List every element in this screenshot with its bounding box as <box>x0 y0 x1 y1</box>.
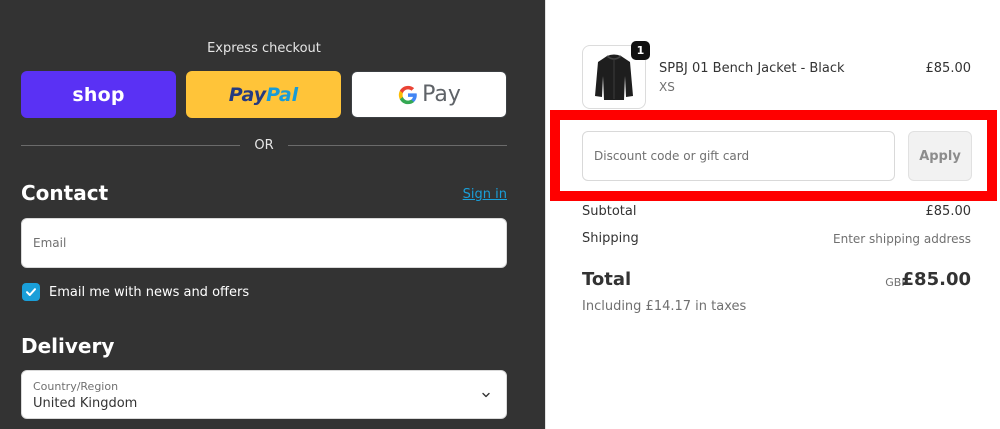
total-value: £85.00 <box>901 269 971 290</box>
country-region-select[interactable]: Country/Region United Kingdom <box>21 370 507 419</box>
contact-heading: Contact <box>21 181 109 205</box>
product-variant: XS <box>659 80 675 94</box>
taxes-note: Including £14.17 in taxes <box>582 299 747 314</box>
checkout-form-panel: Express checkout shop Pay Pal Pay OR Cont… <box>0 0 545 429</box>
or-text: OR <box>254 137 274 153</box>
shop-pay-label: shop <box>72 83 125 106</box>
newsletter-label: Email me with news and offers <box>49 285 250 300</box>
highlight-box <box>550 110 997 201</box>
jacket-image <box>595 54 633 100</box>
paypal-button[interactable]: Pay Pal <box>186 71 341 118</box>
paypal-label-pay: Pay <box>228 83 267 106</box>
order-summary-panel: 1 SPBJ 01 Bench Jacket - Black XS £85.00… <box>545 0 1000 429</box>
google-g-icon <box>398 85 417 104</box>
email-field-wrapper <box>21 218 507 268</box>
subtotal-label: Subtotal <box>582 204 637 219</box>
divider-line-left <box>21 144 241 146</box>
shop-pay-button[interactable]: shop <box>21 71 176 118</box>
shipping-value: Enter shipping address <box>833 232 971 246</box>
checkmark-icon <box>26 288 36 296</box>
product-price: £85.00 <box>925 61 972 76</box>
country-region-value: United Kingdom <box>33 396 138 411</box>
express-checkout-title: Express checkout <box>207 41 321 56</box>
chevron-down-icon <box>482 392 490 398</box>
subtotal-value: £85.00 <box>925 204 972 219</box>
shipping-label: Shipping <box>582 231 639 246</box>
divider-line-right <box>287 144 508 146</box>
delivery-heading: Delivery <box>21 334 115 358</box>
email-input[interactable] <box>22 219 506 267</box>
newsletter-checkbox[interactable] <box>22 283 40 301</box>
or-divider: OR <box>21 136 508 154</box>
google-pay-label: Pay <box>422 82 461 107</box>
total-label: Total <box>582 269 632 290</box>
product-name: SPBJ 01 Bench Jacket - Black <box>659 61 845 76</box>
paypal-label-pal: Pal <box>266 83 299 106</box>
country-region-label: Country/Region <box>33 380 119 393</box>
sign-in-link[interactable]: Sign in <box>463 187 507 202</box>
quantity-badge: 1 <box>631 41 650 60</box>
google-pay-button[interactable]: Pay <box>351 71 507 118</box>
